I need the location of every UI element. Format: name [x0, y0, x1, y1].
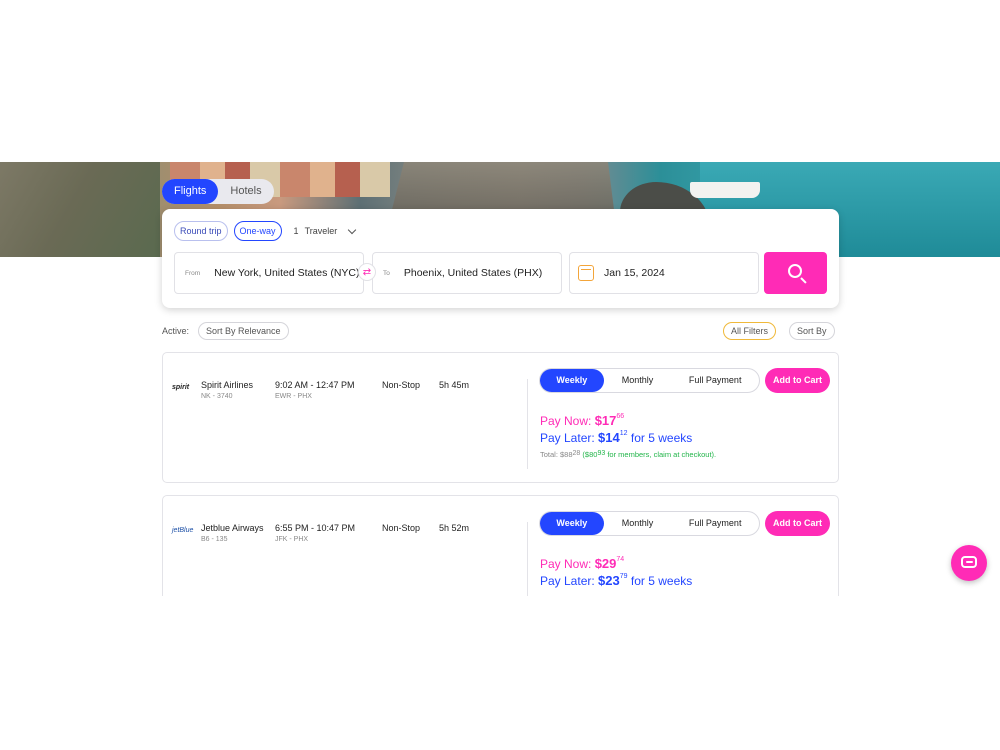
- flight-route: JFK - PHX: [275, 536, 309, 543]
- add-to-cart-button[interactable]: Add to Cart: [765, 368, 830, 393]
- hero-boat: [690, 182, 760, 198]
- pay-later-suffix: for 5 weeks: [630, 431, 693, 445]
- traveler-dropdown[interactable]: 1 Traveler: [293, 225, 357, 236]
- round-trip-option[interactable]: Round trip: [174, 221, 228, 241]
- traveler-label: Traveler: [304, 226, 338, 236]
- flight-times: 9:02 AM - 12:47 PM: [275, 380, 355, 390]
- flight-result: spirit Spirit Airlines NK - 3740 9:02 AM…: [162, 352, 839, 483]
- swap-icon[interactable]: ⇄: [358, 263, 376, 281]
- divider: [527, 379, 528, 469]
- pay-later-price: Pay Later: $2379 for 5 weeks: [540, 573, 692, 588]
- flight-stops: Non-Stop: [382, 523, 421, 533]
- airline-name: Jetblue Airways: [201, 523, 264, 533]
- pay-now-price: Pay Now: $2974: [540, 556, 624, 571]
- member-price: ($8093 for members, claim at checkout).: [582, 450, 716, 459]
- from-label: From: [185, 269, 201, 277]
- divider: [527, 522, 528, 596]
- payment-plan-toggle: Weekly Monthly Full Payment: [539, 511, 760, 536]
- pay-later-cents: 12: [619, 430, 628, 437]
- flight-number: B6 - 135: [201, 536, 228, 543]
- traveler-count: 1: [293, 226, 299, 236]
- page-frame: Round trip One-way 1 Traveler From New Y…: [0, 162, 1000, 596]
- total-cents: 28: [572, 450, 581, 457]
- pay-later-label: Pay Later:: [540, 574, 595, 588]
- flight-stops: Non-Stop: [382, 380, 421, 390]
- plan-weekly[interactable]: Weekly: [540, 369, 604, 392]
- airline-logo: spirit: [172, 384, 190, 391]
- tab-hotels[interactable]: Hotels: [218, 179, 273, 204]
- plan-full-payment[interactable]: Full Payment: [671, 369, 759, 392]
- pay-later-amount: $14: [598, 430, 620, 445]
- flight-number: NK - 3740: [201, 393, 233, 400]
- total-price: Total: $8828 ($8093 for members, claim a…: [540, 450, 716, 459]
- hero-wall: [0, 162, 160, 257]
- from-value: New York, United States (NYC): [214, 267, 360, 279]
- sort-by-button[interactable]: Sort By: [789, 322, 835, 340]
- calendar-icon: [578, 265, 594, 281]
- payment-plan-toggle: Weekly Monthly Full Payment: [539, 368, 760, 393]
- one-way-option[interactable]: One-way: [233, 221, 282, 241]
- total-label: Total: $88: [540, 450, 573, 459]
- plan-full-payment[interactable]: Full Payment: [671, 512, 759, 535]
- airline-name: Spirit Airlines: [201, 380, 254, 390]
- plan-monthly[interactable]: Monthly: [604, 512, 672, 535]
- booking-tabs: Flights Hotels: [162, 179, 274, 204]
- airline-logo: jetBlue: [172, 527, 194, 534]
- pay-now-price: Pay Now: $1766: [540, 413, 624, 428]
- pay-later-price: Pay Later: $1412 for 5 weeks: [540, 430, 692, 445]
- flight-duration: 5h 52m: [439, 523, 470, 533]
- filter-bar: Active: Sort By Relevance All Filters So…: [162, 322, 839, 340]
- plan-monthly[interactable]: Monthly: [604, 369, 672, 392]
- pay-later-suffix: for 5 weeks: [630, 574, 693, 588]
- pay-now-amount: $29: [594, 556, 617, 571]
- member-amount: ($80: [582, 450, 598, 459]
- sort-relevance-chip[interactable]: Sort By Relevance: [198, 322, 289, 340]
- pay-now-cents: 66: [616, 413, 625, 420]
- member-note: for members, claim at checkout).: [607, 450, 717, 459]
- add-to-cart-button[interactable]: Add to Cart: [765, 511, 830, 536]
- pay-now-cents: 74: [616, 556, 625, 563]
- search-button[interactable]: [764, 252, 827, 294]
- pay-now-amount: $17: [594, 413, 617, 428]
- pay-later-cents: 79: [619, 573, 628, 580]
- search-icon: [788, 264, 802, 278]
- pay-now-label: Pay Now:: [540, 557, 592, 571]
- pay-later-label: Pay Later:: [540, 431, 595, 445]
- chevron-down-icon: [348, 225, 357, 234]
- date-value: Jan 15, 2024: [604, 267, 665, 279]
- search-panel: Round trip One-way 1 Traveler From New Y…: [162, 209, 839, 308]
- to-value: Phoenix, United States (PHX): [403, 267, 543, 279]
- flight-times: 6:55 PM - 10:47 PM: [275, 523, 356, 533]
- all-filters-button[interactable]: All Filters: [723, 322, 777, 340]
- flight-duration: 5h 45m: [439, 380, 470, 390]
- pay-later-amount: $23: [598, 573, 620, 588]
- to-label: To: [383, 269, 390, 277]
- tab-flights[interactable]: Flights: [162, 179, 219, 204]
- active-label: Active:: [162, 326, 190, 336]
- trip-options: Round trip One-way 1 Traveler: [174, 221, 357, 241]
- flight-result: jetBlue Jetblue Airways B6 - 135 6:55 PM…: [162, 495, 839, 596]
- chat-icon: [961, 556, 977, 568]
- plan-weekly[interactable]: Weekly: [540, 512, 604, 535]
- from-field[interactable]: From New York, United States (NYC): [174, 252, 364, 294]
- chat-button[interactable]: [951, 545, 987, 581]
- flight-route: EWR - PHX: [275, 393, 312, 400]
- member-cents: 93: [597, 450, 606, 457]
- to-field[interactable]: To Phoenix, United States (PHX): [372, 252, 562, 294]
- date-field[interactable]: Jan 15, 2024: [569, 252, 759, 294]
- pay-now-label: Pay Now:: [540, 414, 592, 428]
